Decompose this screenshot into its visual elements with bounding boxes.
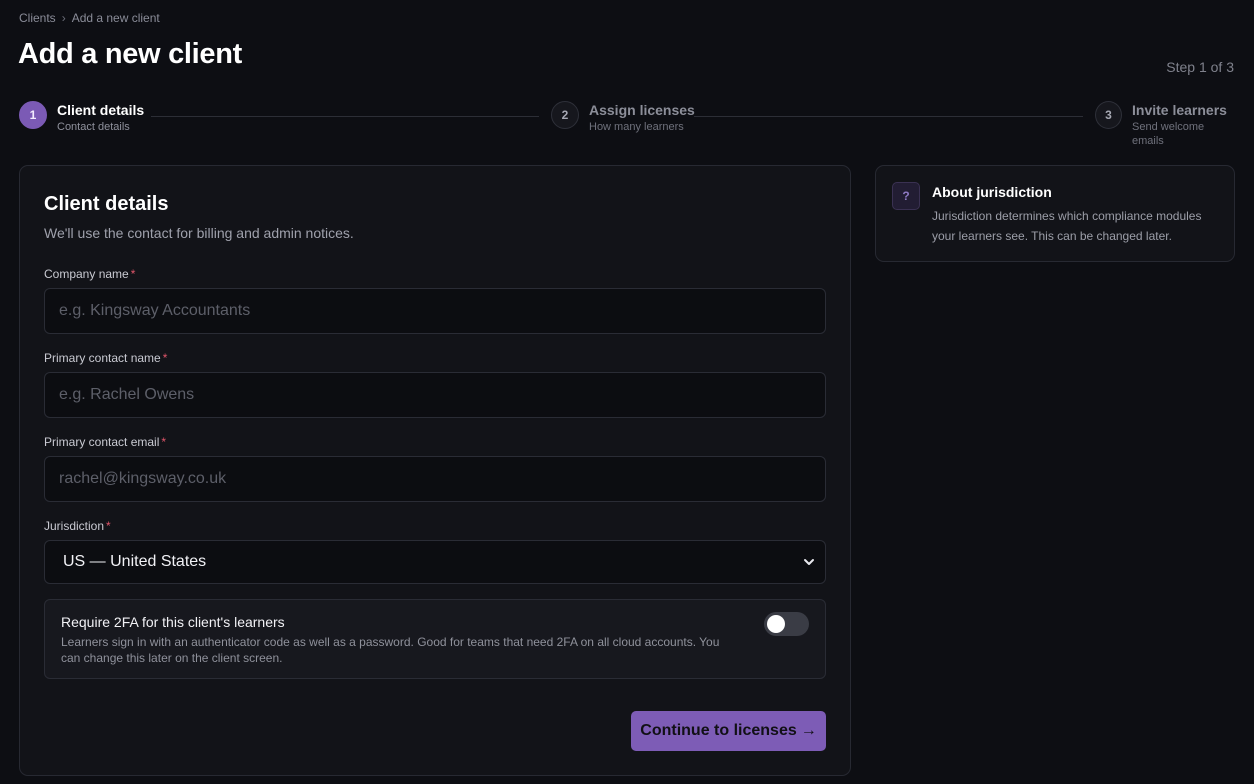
contact-name-label: Primary contact name *	[44, 351, 167, 365]
label-text: Company name	[44, 267, 129, 281]
contact-name-input[interactable]	[44, 372, 826, 418]
required-marker: *	[106, 519, 111, 533]
breadcrumb: Clients › Add a new client	[19, 11, 160, 25]
company-name-label: Company name *	[44, 267, 135, 281]
required-marker: *	[161, 435, 167, 449]
breadcrumb-clients-link[interactable]: Clients	[19, 11, 56, 25]
breadcrumb-current: Add a new client	[71, 11, 160, 25]
toggle-knob	[767, 615, 785, 633]
page-title: Add a new client	[18, 38, 243, 70]
arrow-right-icon: →	[800, 722, 817, 739]
contact-email-label: Primary contact email *	[44, 435, 166, 449]
card-title: Client details	[44, 193, 169, 215]
about-body: Jurisdiction determines which compliance…	[932, 209, 1202, 243]
label-text: Primary contact email	[44, 435, 160, 449]
required-marker: *	[130, 267, 136, 281]
question-icon: ?	[892, 182, 920, 210]
step-number: 2	[551, 101, 579, 129]
chevron-down-icon	[803, 556, 815, 568]
about-jurisdiction-card: ? About jurisdiction Jurisdiction determ…	[875, 165, 1235, 262]
step-invite-learners: 3 Invite learners Send welcome emails	[1095, 101, 1235, 148]
step-count: Step 1 of 3	[1166, 59, 1234, 75]
require-2fa-panel: Require 2FA for this client's learners L…	[44, 599, 826, 679]
continue-to-licenses-button[interactable]: Continue to licenses →	[631, 711, 826, 751]
card-subtitle: We'll use the contact for billing and ad…	[44, 225, 354, 241]
required-marker: *	[162, 351, 168, 365]
require-2fa-toggle[interactable]	[764, 612, 809, 636]
company-name-input[interactable]	[44, 288, 826, 334]
step-number: 1	[19, 101, 47, 129]
step-subtitle: How many learners	[589, 121, 684, 133]
client-details-card: Client details We'll use the contact for…	[19, 165, 851, 776]
step-subtitle: Send welcome emails	[1132, 121, 1205, 147]
step-title: Client details	[57, 102, 145, 118]
step-assign-licenses: 2 Assign licenses How many learners	[551, 101, 695, 134]
step-connector	[694, 116, 1083, 117]
step-title: Assign licenses	[589, 102, 695, 118]
step-number: 3	[1095, 101, 1123, 129]
jurisdiction-select[interactable]: US — United States	[44, 540, 826, 584]
jurisdiction-selected-value: US — United States	[63, 553, 207, 570]
step-title: Invite learners	[1132, 102, 1227, 118]
breadcrumb-separator: ›	[61, 11, 66, 25]
require-2fa-description: Learners sign in with an authenticator c…	[61, 635, 720, 665]
continue-label: Continue to licenses	[640, 722, 797, 739]
contact-email-input[interactable]	[44, 456, 826, 502]
step-subtitle: Contact details	[57, 121, 130, 133]
about-title: About jurisdiction	[932, 184, 1052, 200]
label-text: Jurisdiction	[44, 519, 105, 533]
label-text: Primary contact name	[44, 351, 161, 365]
step-connector	[151, 116, 539, 117]
jurisdiction-label: Jurisdiction *	[44, 519, 111, 533]
stepper: 1 Client details Contact details 2 Assig…	[19, 101, 1235, 147]
require-2fa-title: Require 2FA for this client's learners	[61, 614, 285, 630]
step-client-details: 1 Client details Contact details	[19, 101, 144, 134]
